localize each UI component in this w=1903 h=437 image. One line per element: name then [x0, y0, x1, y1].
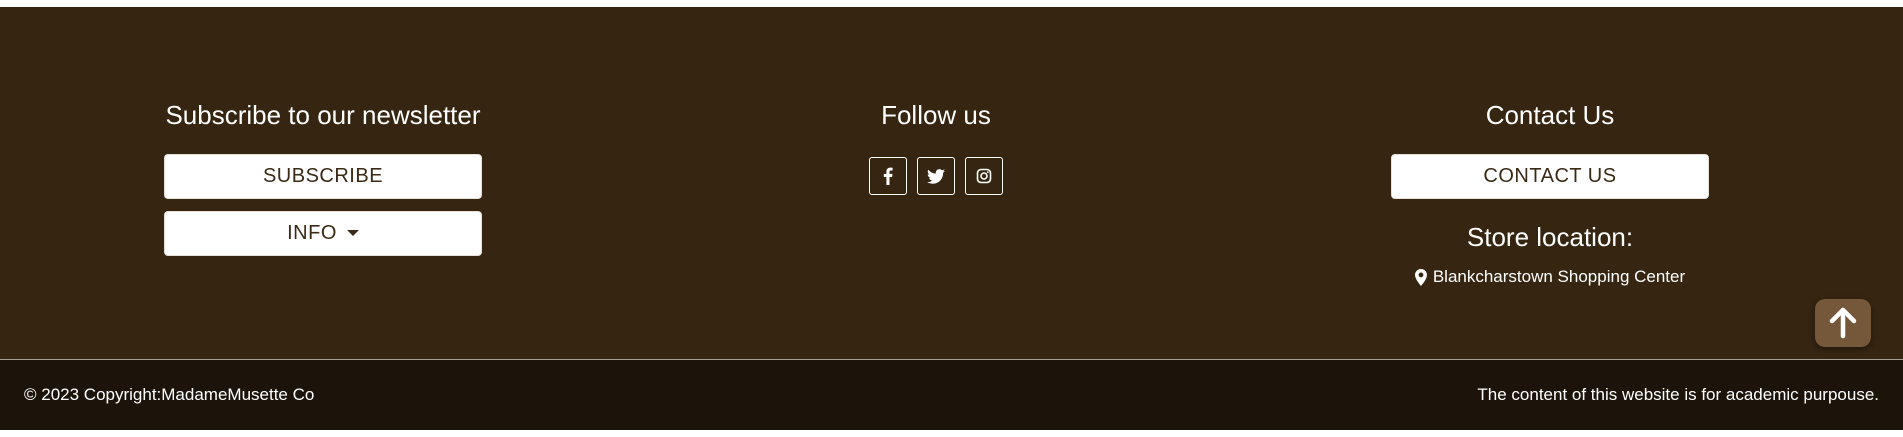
- caret-down-icon: [346, 229, 359, 236]
- store-location-title: Store location:: [1466, 222, 1634, 252]
- store-address-text: Blankcharstown Shopping Center: [1432, 267, 1686, 286]
- contact-button-label: CONTACT US: [1483, 165, 1617, 187]
- twitter-link[interactable]: [917, 157, 955, 195]
- subscribe-button-label: SUBSCRIBE: [262, 165, 384, 187]
- copyright-text: © 2023 Copyright:MadameMusette Co: [24, 385, 315, 404]
- contact-us-button[interactable]: CONTACT US: [1391, 154, 1709, 199]
- disclaimer-text: The content of this website is for acade…: [1477, 385, 1879, 404]
- top-strip: [0, 0, 1903, 7]
- map-marker-icon: [1414, 268, 1427, 286]
- follow-title: Follow us: [881, 100, 991, 130]
- newsletter-section: Subscribe to our newsletter SUBSCRIBE IN…: [163, 7, 483, 256]
- instagram-icon: [976, 168, 992, 184]
- back-to-top-button[interactable]: [1815, 299, 1871, 347]
- site-footer: Subscribe to our newsletter SUBSCRIBE IN…: [0, 7, 1903, 359]
- instagram-link[interactable]: [965, 157, 1003, 195]
- bottom-strip: [0, 430, 1903, 437]
- contact-title: Contact Us: [1485, 100, 1615, 130]
- social-links: [869, 157, 1003, 195]
- facebook-link[interactable]: [869, 157, 907, 195]
- store-address: Blankcharstown Shopping Center: [1414, 265, 1686, 289]
- footer-bottom-bar: © 2023 Copyright:MadameMusette Co The co…: [0, 360, 1903, 430]
- follow-section: Follow us: [856, 7, 1016, 195]
- info-button-label: INFO: [287, 222, 337, 244]
- contact-section: Contact Us CONTACT US Store location: Bl…: [1390, 7, 1710, 289]
- twitter-icon: [927, 168, 945, 184]
- info-dropdown-button[interactable]: INFO: [164, 211, 482, 256]
- arrow-up-icon: [1829, 307, 1857, 339]
- subscribe-button[interactable]: SUBSCRIBE: [164, 154, 482, 199]
- facebook-icon: [883, 167, 893, 185]
- newsletter-title: Subscribe to our newsletter: [165, 100, 481, 130]
